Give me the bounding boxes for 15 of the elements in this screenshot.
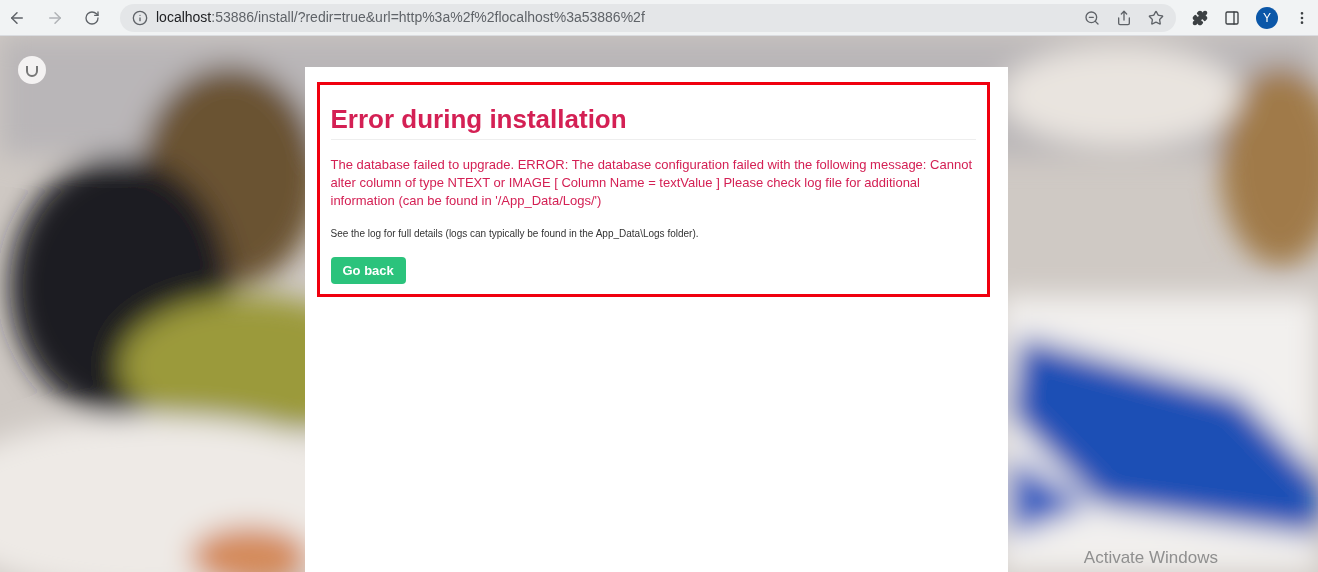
star-icon[interactable] xyxy=(1148,9,1164,26)
info-icon[interactable] xyxy=(132,9,148,26)
address-bar[interactable]: localhost:53886/install/?redir=true&url=http%3a%2f%2flocalhost%3a53886%2f xyxy=(120,3,1176,32)
logo-icon xyxy=(18,56,46,84)
profile-avatar[interactable]: Y xyxy=(1256,6,1278,29)
log-hint: See the log for full details (logs can typically be found in the App_Data\Logs folder). xyxy=(330,227,700,241)
activation-notice: Activate Windows xyxy=(1083,546,1218,569)
error-message: The database failed to upgrade. ERROR: The database configuration failed with the following message: Cannot alter column of type NTEXT or IMAGE [ Column Name = textValue ] Please check log file for additional information (can be found in '/App_Data/Logs/') xyxy=(330,156,973,210)
url-text: localhost:53886/install/?redir=true&url=http%3a%2f%2flocalhost%3a53886%2f xyxy=(156,8,645,27)
zoom-out-icon[interactable] xyxy=(1084,9,1100,26)
extensions-icon[interactable] xyxy=(1192,9,1208,26)
side-panel-icon[interactable] xyxy=(1224,9,1240,26)
share-icon[interactable] xyxy=(1116,9,1132,26)
error-title: Error during installation xyxy=(330,103,976,140)
reload-icon[interactable] xyxy=(84,9,100,26)
